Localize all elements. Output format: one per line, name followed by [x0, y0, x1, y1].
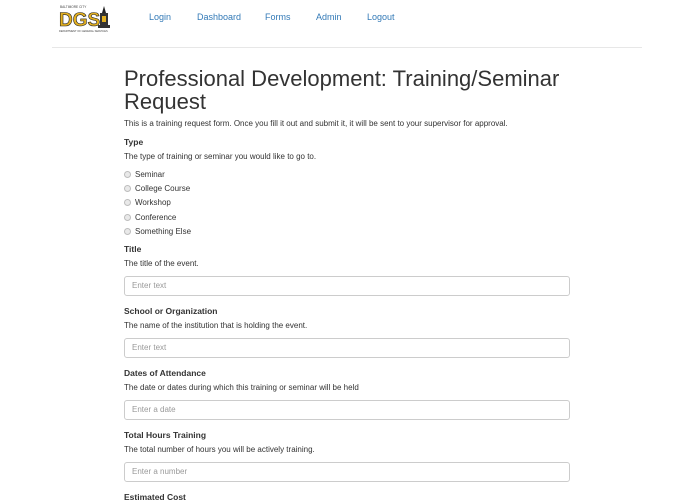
type-option-seminar[interactable]: Seminar [124, 167, 570, 181]
logo-text-top: BALTIMORE CITY [60, 5, 87, 9]
nav-admin-link[interactable]: Admin [316, 12, 342, 22]
type-option-label: Something Else [135, 226, 192, 236]
dates-input[interactable]: Enter a date [124, 400, 570, 421]
form-content: Professional Development: Training/Semin… [124, 67, 570, 502]
type-option-workshop[interactable]: Workshop [124, 196, 570, 210]
radio-circle-icon[interactable] [124, 170, 131, 178]
nav-logout-link[interactable]: Logout [367, 12, 395, 22]
type-radio-group: Seminar College Course Workshop Conferen… [124, 167, 570, 238]
radio-circle-icon[interactable] [124, 213, 131, 221]
logo-text-bottom: DEPARTMENT OF GENERAL SERVICES [59, 29, 108, 33]
type-option-label: College Course [135, 183, 191, 193]
hours-input[interactable]: Enter a number [124, 462, 570, 483]
radio-circle-icon[interactable] [124, 199, 131, 207]
type-help: The type of training or seminar you woul… [124, 152, 317, 161]
nav-forms-link[interactable]: Forms [265, 12, 291, 22]
dates-help: The date or dates during which this trai… [124, 383, 359, 393]
type-option-label: Workshop [135, 198, 171, 208]
type-option-label: Seminar [135, 169, 165, 179]
navbar: BALTIMORE CITY DGS DEPARTMENT OF GENERAL… [52, 0, 642, 48]
school-help: The name of the institution that is hold… [124, 321, 308, 331]
radio-circle-icon[interactable] [124, 227, 131, 235]
type-option-conference[interactable]: Conference [124, 210, 570, 224]
type-option-something-else[interactable]: Something Else [124, 224, 570, 238]
title-label: Title [124, 244, 142, 255]
dgs-logo[interactable]: BALTIMORE CITY DGS DEPARTMENT OF GENERAL… [57, 3, 115, 35]
form-intro: This is a training request form. Once yo… [124, 119, 508, 128]
radio-circle-icon[interactable] [124, 184, 131, 192]
hours-help: The total number of hours you will be ac… [124, 445, 315, 455]
logo-text-main: DGS [59, 10, 100, 31]
type-option-college-course[interactable]: College Course [124, 181, 570, 195]
page-title: Professional Development: Training/Semin… [124, 66, 560, 114]
type-option-label: Conference [135, 212, 177, 222]
nav-dashboard-link[interactable]: Dashboard [197, 12, 241, 22]
type-label: Type [124, 137, 144, 147]
dates-label: Dates of Attendance [124, 368, 206, 379]
title-help: The title of the event. [124, 259, 199, 269]
school-input[interactable]: Enter text [124, 338, 570, 359]
hours-label: Total Hours Training [124, 430, 207, 441]
title-input[interactable]: Enter text [124, 276, 570, 297]
school-label: School or Organization [124, 306, 218, 317]
nav-login-link[interactable]: Login [149, 12, 171, 22]
